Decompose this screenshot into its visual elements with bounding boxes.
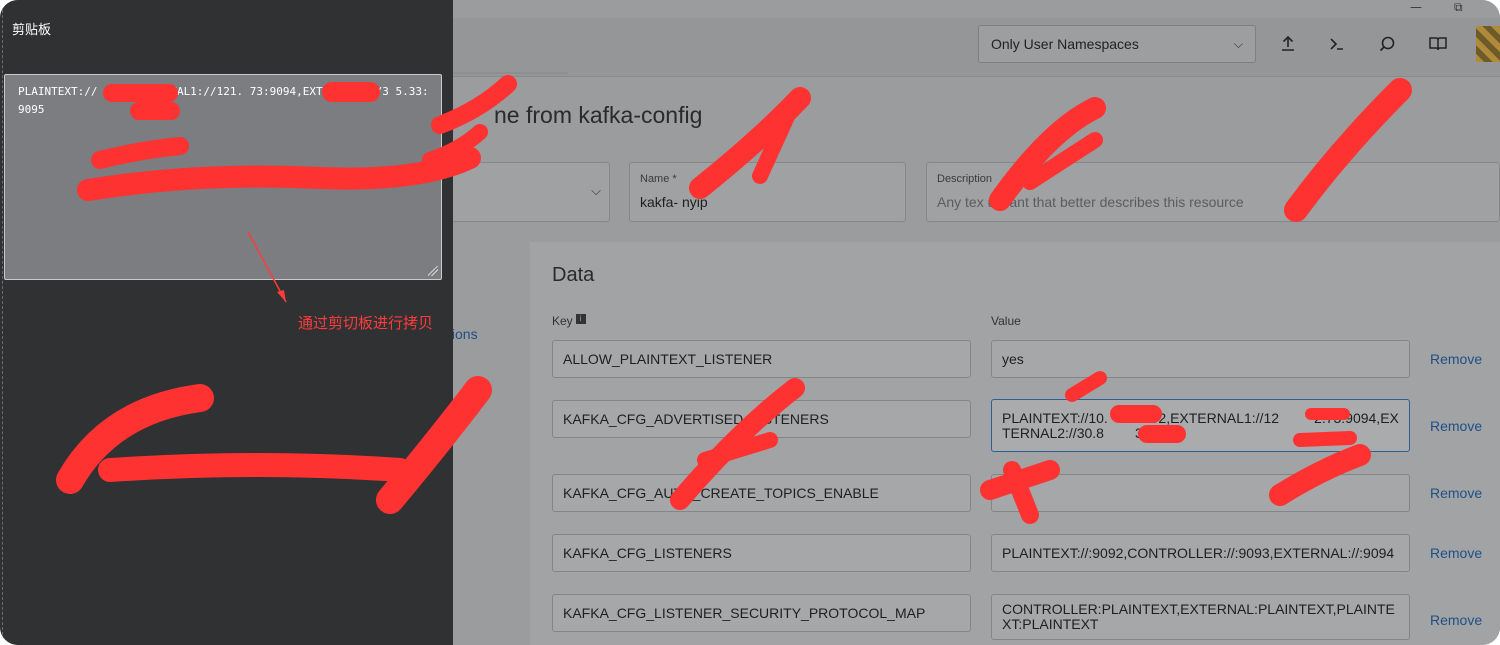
restore-button[interactable]: ⧉: [1454, 0, 1463, 15]
terminal-icon[interactable]: [1323, 30, 1351, 58]
minimize-button[interactable]: —: [1410, 0, 1422, 14]
chevron-down-icon: ⌵: [591, 183, 601, 198]
annotation-note: 通过剪切板进行拷贝: [298, 315, 434, 332]
description-placeholder: Any tex u want that better describes thi…: [937, 194, 1244, 210]
data-value-input[interactable]: PLAINTEXT://:9092,CONTROLLER://:9093,EXT…: [991, 534, 1410, 572]
data-section-title: Data: [552, 264, 595, 286]
remove-button[interactable]: Remove: [1430, 545, 1482, 561]
key-label-text: Key: [552, 314, 573, 328]
data-value-input[interactable]: [991, 474, 1410, 512]
redaction-mark: [130, 102, 180, 120]
redaction-mark: [1138, 425, 1186, 443]
avatar[interactable]: [1476, 26, 1500, 62]
remove-button[interactable]: Remove: [1430, 612, 1482, 628]
name-value: kakfa- nyip: [640, 194, 708, 210]
remove-button[interactable]: Remove: [1430, 351, 1482, 367]
annotation-arrow-icon: [247, 231, 287, 303]
data-key-input[interactable]: KAFKA_CFG_LISTENERS: [552, 534, 971, 572]
name-label: Name *: [640, 173, 677, 185]
screenshot-frame: — ⧉ Only User Namespaces ⌵ ne from kafka…: [0, 0, 1500, 645]
redaction-mark: [103, 84, 178, 102]
data-value-input[interactable]: yes: [991, 340, 1410, 378]
redaction-mark: [1110, 405, 1162, 423]
data-value-textarea[interactable]: CONTROLLER:PLAINTEXT,EXTERNAL:PLAINTEXT,…: [991, 594, 1410, 640]
remove-button[interactable]: Remove: [1430, 418, 1482, 434]
info-icon[interactable]: i: [575, 314, 586, 324]
page-title: ne from kafka-config: [494, 102, 703, 128]
book-icon[interactable]: [1424, 30, 1452, 58]
description-field[interactable]: Description Any tex u want that better d…: [926, 162, 1500, 222]
description-label: Description: [937, 173, 993, 185]
namespace-field[interactable]: ⌵: [442, 162, 610, 222]
search-icon[interactable]: [1373, 30, 1401, 58]
name-field[interactable]: Name * kakfa- nyip: [629, 162, 906, 222]
data-value-textarea[interactable]: PLAINTEXT://10. 9092,EXTERNAL1://12 2.73…: [991, 399, 1410, 452]
key-column-label: Key i: [552, 314, 586, 328]
redaction-mark: [1305, 408, 1350, 420]
resize-handle-icon[interactable]: [428, 266, 438, 276]
redaction-mark: [322, 82, 380, 102]
value-column-label: Value: [991, 314, 1021, 328]
upload-icon[interactable]: [1274, 30, 1302, 58]
data-key-input[interactable]: ALLOW_PLAINTEXT_LISTENER: [552, 340, 971, 378]
remove-button[interactable]: Remove: [1430, 485, 1482, 501]
namespace-filter-select[interactable]: Only User Namespaces ⌵: [978, 25, 1256, 63]
namespace-filter-value: Only User Namespaces: [991, 36, 1139, 52]
data-key-input[interactable]: KAFKA_CFG_AUTO_CREATE_TOPICS_ENABLE: [552, 474, 971, 512]
data-key-input[interactable]: KAFKA_CFG_ADVERTISED_LISTENERS: [552, 400, 971, 438]
data-key-input[interactable]: KAFKA_CFG_LISTENER_SECURITY_PROTOCOL_MAP: [552, 594, 971, 632]
tab-underline: [453, 72, 568, 74]
chevron-down-icon: ⌵: [1233, 36, 1243, 51]
